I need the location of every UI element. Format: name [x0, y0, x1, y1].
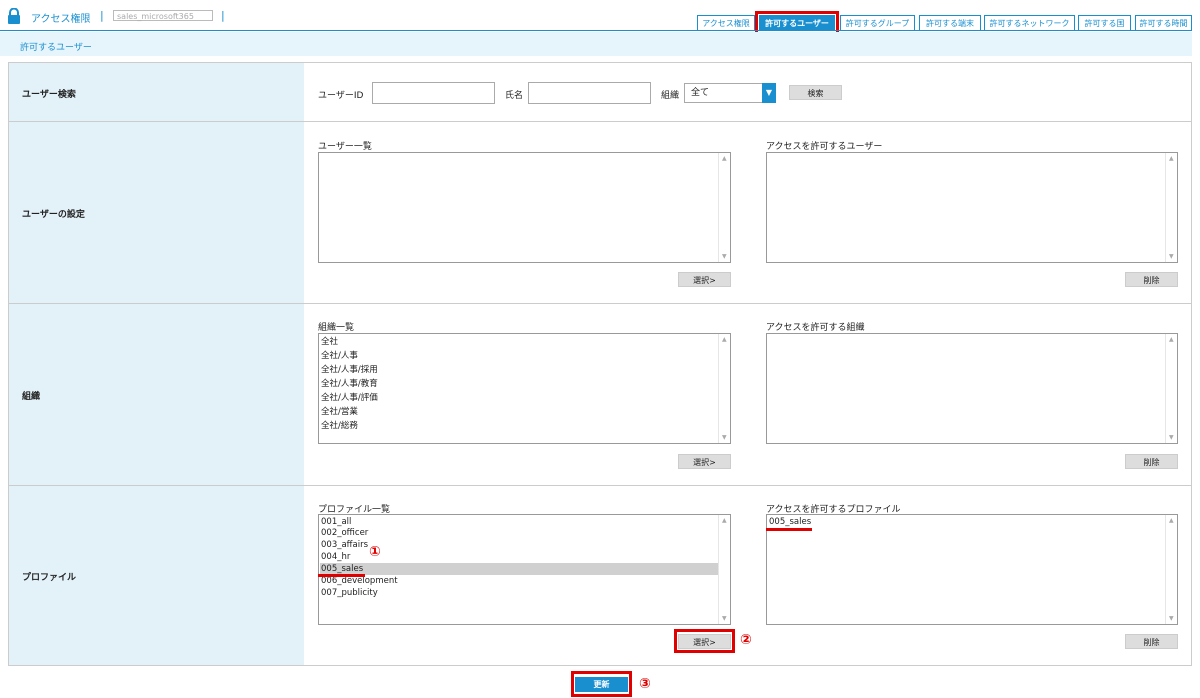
list-item[interactable]: 005_sales: [769, 516, 811, 528]
row-divider: [8, 121, 1192, 122]
list-item[interactable]: 全社/営業: [321, 406, 358, 418]
update-button[interactable]: 更新: [575, 677, 628, 692]
scrollbar[interactable]: ▲ ▼: [1165, 153, 1177, 262]
chevron-down-icon[interactable]: ▼: [762, 83, 776, 103]
scroll-down-icon[interactable]: ▼: [722, 615, 727, 622]
row-divider: [8, 485, 1192, 486]
selected-row-highlight: [320, 563, 718, 575]
page-header: アクセス権限 | sales_microsoft365 | アクセス権限 許可す…: [0, 0, 1200, 35]
account-name: sales_microsoft365: [113, 10, 213, 21]
org-select-button[interactable]: 選択>: [678, 454, 731, 469]
profile-label: プロファイル: [22, 573, 77, 583]
step-2-marker: ②: [740, 632, 752, 648]
scrollbar[interactable]: ▲ ▼: [1165, 334, 1177, 443]
org-delete-button[interactable]: 削除: [1125, 454, 1178, 469]
name-input[interactable]: [528, 82, 651, 104]
list-item[interactable]: 003_affairs: [321, 539, 368, 551]
user-settings-label: ユーザーの設定: [22, 210, 85, 220]
title-separator: |: [221, 9, 225, 22]
step-1-marker: ①: [369, 544, 381, 560]
user-delete-button[interactable]: 削除: [1125, 272, 1178, 287]
tab-access-rights[interactable]: アクセス権限: [697, 15, 755, 30]
scroll-down-icon[interactable]: ▼: [1169, 615, 1174, 622]
tab-allowed-countries[interactable]: 許可する国: [1078, 15, 1131, 30]
scroll-down-icon[interactable]: ▼: [1169, 434, 1174, 441]
list-item[interactable]: 全社/総務: [321, 420, 358, 432]
tab-allowed-devices[interactable]: 許可する端末: [919, 15, 981, 30]
subheader-title: 許可するユーザー: [20, 43, 92, 53]
title-separator: |: [100, 9, 104, 22]
list-item[interactable]: 全社/人事/評価: [321, 392, 378, 404]
subheader-bar: [0, 32, 1192, 56]
tab-allowed-networks[interactable]: 許可するネットワーク: [984, 15, 1075, 30]
list-item[interactable]: 002_officer: [321, 527, 368, 539]
profile-select-button[interactable]: 選択>: [678, 634, 731, 649]
allowed-profiles-listbox[interactable]: 005_sales ▲ ▼: [766, 514, 1178, 625]
user-id-input[interactable]: [372, 82, 495, 104]
user-listbox[interactable]: ▲ ▼: [318, 152, 731, 263]
list-item[interactable]: 004_hr: [321, 551, 350, 563]
profile-delete-button[interactable]: 削除: [1125, 634, 1178, 649]
organization-label: 組織: [22, 392, 41, 402]
org-list-label: 組織一覧: [318, 323, 355, 333]
list-item[interactable]: 全社/人事: [321, 350, 358, 362]
scroll-up-icon[interactable]: ▲: [1169, 336, 1174, 343]
allowed-orgs-listbox[interactable]: ▲ ▼: [766, 333, 1178, 444]
list-item[interactable]: 全社/人事/教育: [321, 378, 378, 390]
scroll-up-icon[interactable]: ▲: [1169, 517, 1174, 524]
list-item[interactable]: 全社/人事/採用: [321, 364, 378, 376]
tab-allowed-groups[interactable]: 許可するグループ: [840, 15, 915, 30]
org-label: 組織: [661, 91, 680, 101]
scroll-down-icon[interactable]: ▼: [722, 253, 727, 260]
scroll-down-icon[interactable]: ▼: [722, 434, 727, 441]
scrollbar[interactable]: ▲ ▼: [1165, 515, 1177, 624]
allowed-orgs-label: アクセスを許可する組織: [766, 323, 865, 333]
user-list-label: ユーザー一覧: [318, 142, 372, 152]
scrollbar[interactable]: ▲ ▼: [718, 515, 730, 624]
annotation-underline: [766, 528, 812, 531]
list-item[interactable]: 全社: [321, 336, 338, 348]
annotation-underline: [318, 574, 365, 577]
list-item[interactable]: 007_publicity: [321, 587, 378, 599]
scrollbar[interactable]: ▲ ▼: [718, 153, 730, 262]
allowed-users-listbox[interactable]: ▲ ▼: [766, 152, 1178, 263]
scrollbar[interactable]: ▲ ▼: [718, 334, 730, 443]
search-button[interactable]: 検索: [789, 85, 842, 100]
tab-underline: [0, 30, 1192, 31]
profile-listbox[interactable]: 001_all 002_officer 003_affairs 004_hr 0…: [318, 514, 731, 625]
page-title: アクセス権限: [31, 14, 91, 25]
name-label: 氏名: [505, 91, 524, 101]
lock-icon: [8, 8, 20, 24]
user-search-label: ユーザー検索: [22, 90, 76, 100]
step-3-marker: ③: [639, 676, 651, 692]
row-divider: [8, 303, 1192, 304]
scroll-up-icon[interactable]: ▲: [1169, 155, 1174, 162]
user-select-button[interactable]: 選択>: [678, 272, 731, 287]
scroll-up-icon[interactable]: ▲: [722, 517, 727, 524]
tab-allowed-times[interactable]: 許可する時間: [1135, 15, 1192, 30]
org-listbox[interactable]: 全社 全社/人事 全社/人事/採用 全社/人事/教育 全社/人事/評価 全社/営…: [318, 333, 731, 444]
user-id-label: ユーザーID: [318, 91, 364, 101]
scroll-up-icon[interactable]: ▲: [722, 336, 727, 343]
allowed-users-label: アクセスを許可するユーザー: [766, 142, 883, 152]
scroll-up-icon[interactable]: ▲: [722, 155, 727, 162]
scroll-down-icon[interactable]: ▼: [1169, 253, 1174, 260]
